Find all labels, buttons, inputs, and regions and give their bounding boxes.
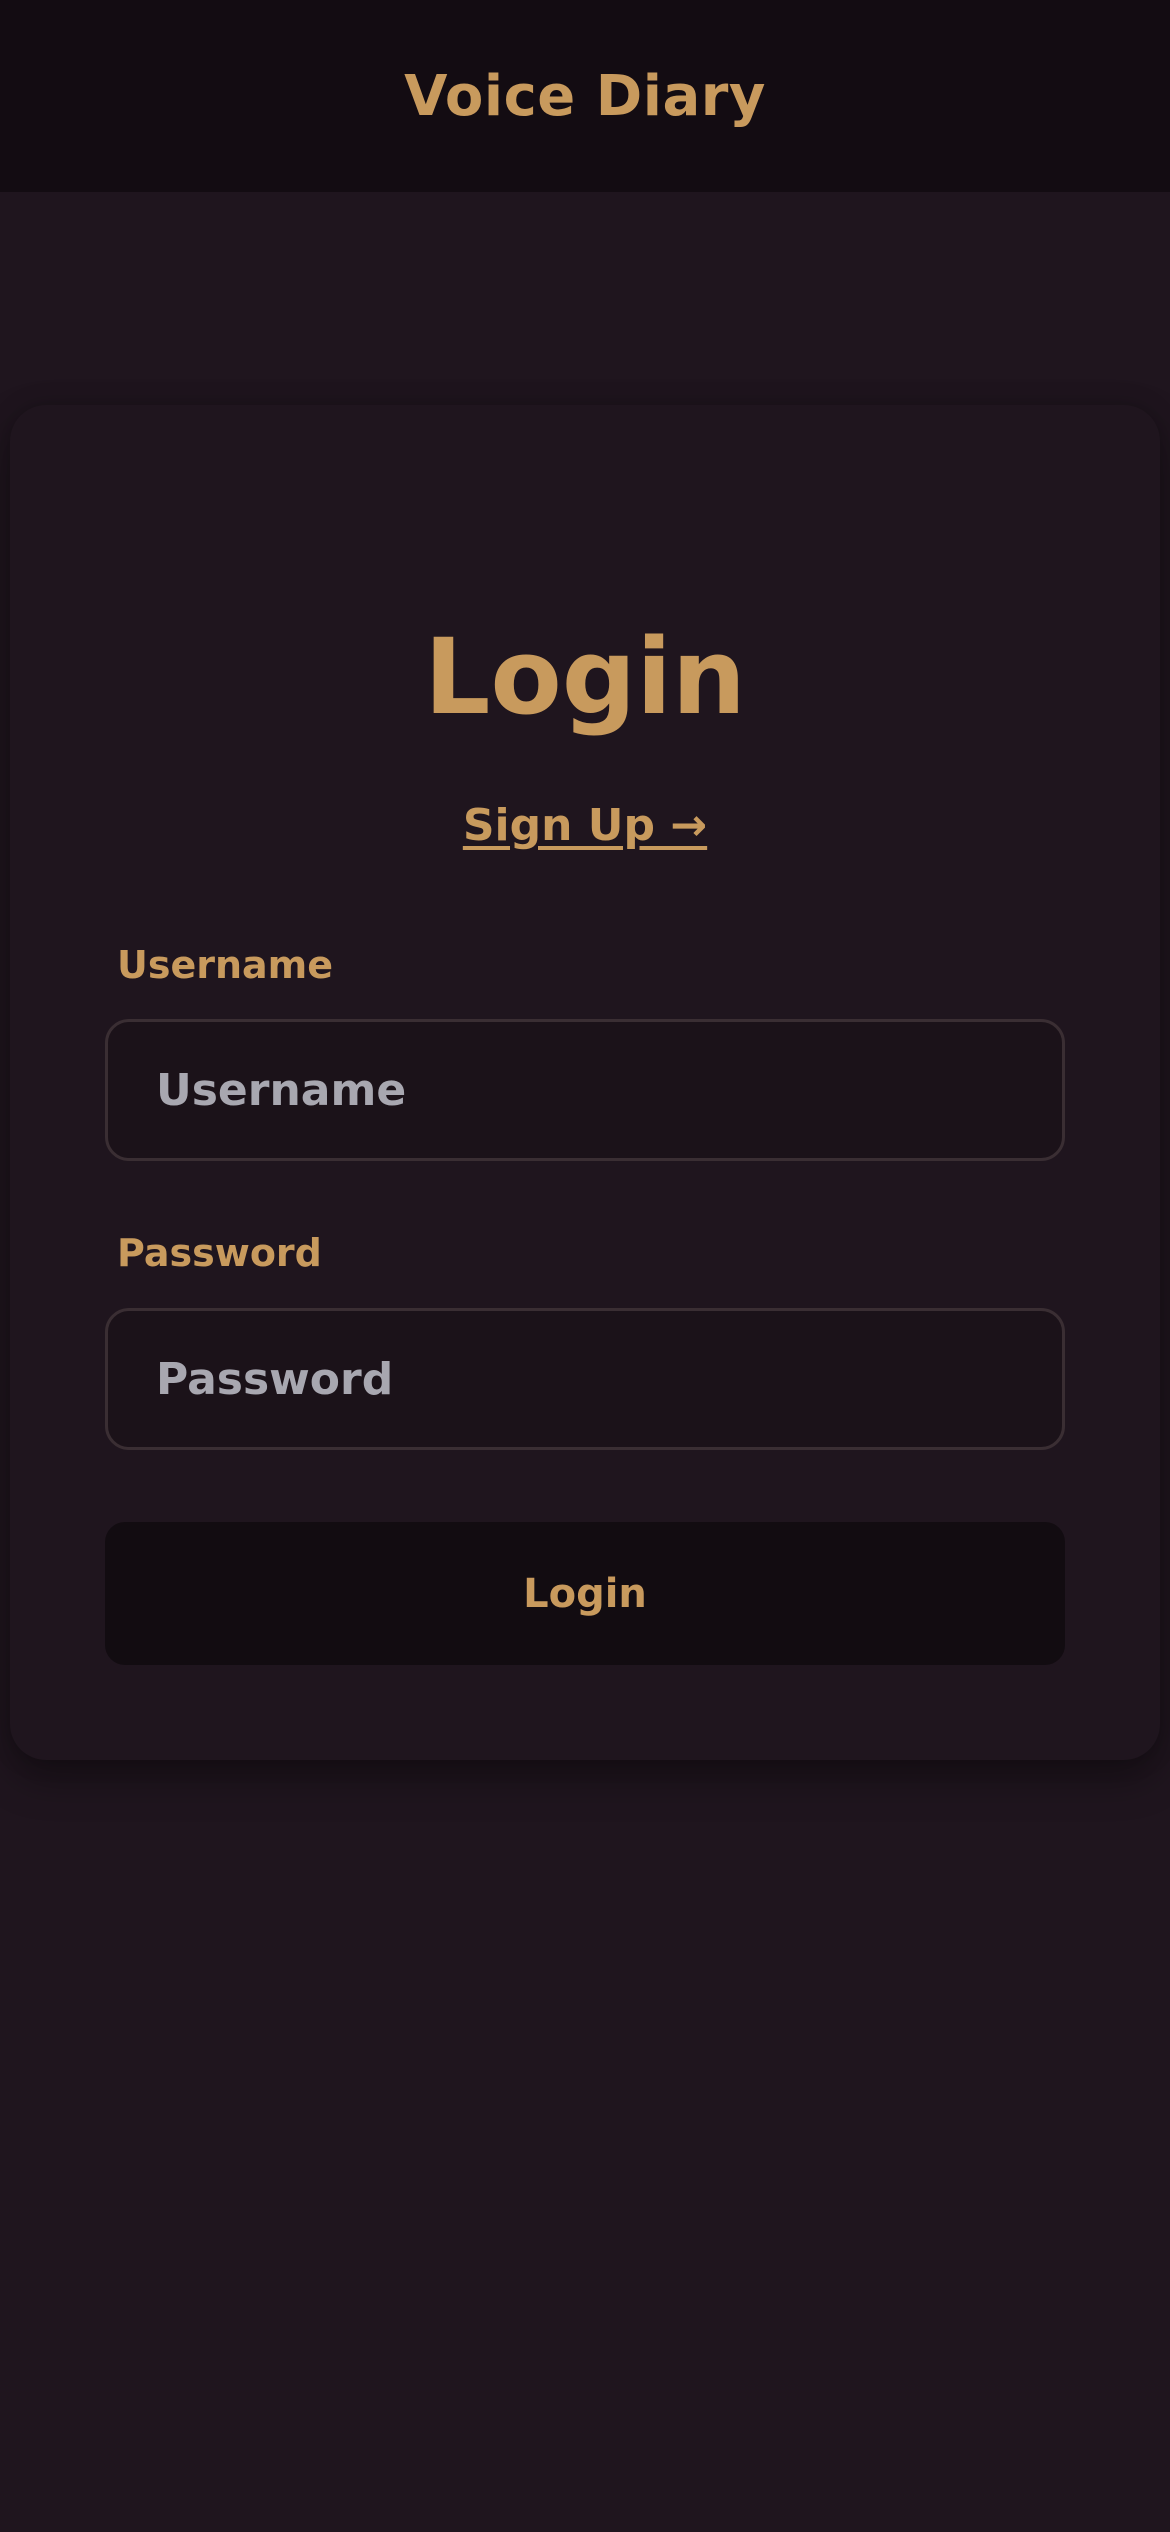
username-label: Username	[117, 943, 334, 987]
login-card: Login Sign Up → Username Password Login	[10, 405, 1160, 1760]
username-input[interactable]	[105, 1019, 1065, 1161]
login-title: Login	[424, 616, 746, 738]
password-label: Password	[117, 1231, 322, 1275]
password-input[interactable]	[105, 1308, 1065, 1450]
app-title: Voice Diary	[404, 63, 766, 129]
app-header: Voice Diary	[0, 0, 1170, 192]
login-button[interactable]: Login	[105, 1522, 1065, 1665]
signup-link[interactable]: Sign Up →	[10, 800, 1160, 851]
